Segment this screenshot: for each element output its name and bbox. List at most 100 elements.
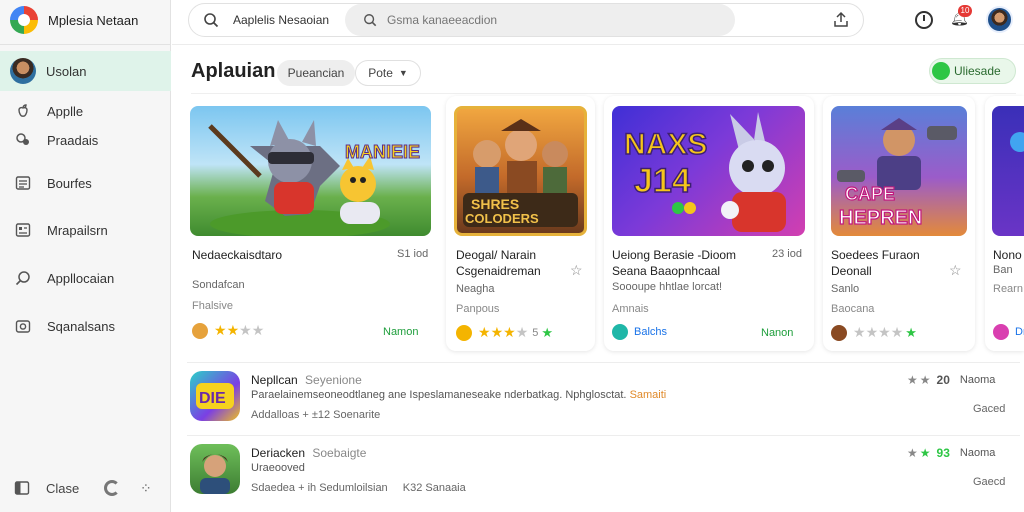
rating-score: 5: [532, 326, 539, 339]
app-card-image: MANIEIE: [190, 106, 431, 236]
header-divider: [191, 93, 1016, 94]
app-card-meta: Fhalsive: [192, 300, 233, 312]
app-card-subtitle: Sanlo: [831, 283, 860, 295]
puzzle-icon: [14, 131, 32, 149]
sidebar-item-sqanalsans[interactable]: Sqanalsans: [0, 306, 171, 346]
list-item[interactable]: Deriacken Soebaigte Uraeooved Sdaedea + …: [187, 435, 1020, 503]
update-label: Uliesade: [954, 64, 1001, 78]
search-input[interactable]: [387, 13, 687, 27]
list-item-title: Deriacken Soebaigte: [251, 446, 366, 460]
warrior-illustration: CAPE HEPREN: [837, 118, 957, 230]
grid-icon[interactable]: ⁘: [140, 480, 152, 497]
sort-dropdown[interactable]: Pote ▼: [355, 60, 421, 86]
inner-search-field[interactable]: [345, 4, 735, 36]
list-item-meta-extra: K32 Sanaaia: [402, 482, 466, 494]
star-icon: ★: [890, 324, 904, 340]
search-query[interactable]: Aaplelis Nesaoian: [233, 13, 353, 27]
app-card-size: S1 iod: [397, 248, 429, 260]
list-item-rating: ★ ★ 20 Naoma: [907, 373, 995, 387]
notifications-button[interactable]: 🔔︎ 10: [950, 5, 972, 31]
star-icon: ★: [853, 324, 866, 340]
get-button[interactable]: Gaced: [973, 403, 1005, 415]
app-card[interactable]: NAXS J14 Ueiong Berasie -Dioom 23 iod Se…: [604, 96, 814, 351]
list-item-desc-text: Paraelainemseoneodtlaneg ane Ispeslamane…: [251, 389, 563, 401]
developer-icon: [612, 324, 628, 340]
star-icon: ★: [919, 373, 931, 387]
bookmark-icon[interactable]: ☆: [949, 262, 962, 279]
app-card-title: Nedaeckaisdtaro: [192, 248, 283, 262]
rating-score: 93: [936, 446, 950, 460]
star-icon: ★: [214, 322, 227, 338]
app-card-subtitle: Soooupe hhtlae lorcat!: [612, 281, 723, 293]
sidebar-item-label: Bourfes: [47, 175, 92, 191]
camera-icon: [14, 317, 32, 335]
app-card[interactable]: CAPE HEPREN Soedees Furaon Deonall ☆ San…: [823, 96, 975, 351]
app-card-title: Nono: [993, 248, 1022, 262]
app-card-meta: Baocana: [831, 303, 875, 315]
app-logo-icon: [10, 6, 38, 34]
sidebar-item-praadais[interactable]: Praadais: [0, 120, 171, 160]
star-icon: ★: [865, 324, 879, 340]
app-card-subtitle: Neagha: [456, 283, 495, 295]
sidebar-item-appllocaian[interactable]: Appllocaian: [0, 258, 171, 298]
star-icon: ★: [907, 446, 918, 460]
sidebar-divider: [0, 44, 171, 45]
publisher: Balchs: [612, 324, 667, 340]
list-item-title: Nepllcan Seyenione: [251, 373, 362, 387]
share-icon[interactable]: [832, 11, 850, 29]
star-icon: ★: [490, 324, 504, 340]
list-item-rating: ★ ★ 93 Naoma: [907, 446, 995, 460]
star-icon: ★: [503, 324, 516, 340]
clock-icon[interactable]: [915, 11, 933, 29]
developer-icon: [993, 324, 1009, 340]
sidebar-item-label: Applle: [47, 103, 84, 119]
update-button[interactable]: Uliesade: [929, 58, 1016, 84]
get-button[interactable]: Gaecd: [973, 476, 1005, 488]
sidebar-item-label: Usolan: [46, 63, 87, 79]
bookmark-icon[interactable]: ☆: [570, 262, 583, 279]
list-item-tag[interactable]: Samaiti: [630, 389, 667, 401]
search-icon[interactable]: [203, 12, 219, 28]
app-icon: DIE: [190, 371, 240, 421]
developer-icon: [456, 324, 472, 341]
top-search-bar: Aaplelis Nesaoian: [188, 3, 864, 37]
list-item-description: Paraelainemseoneodtlaneg ane Ispeslamane…: [251, 389, 666, 401]
app-card[interactable]: MANIEIE Nedaeckaisdtaro S1 iod Sondafcan…: [187, 96, 437, 351]
sidebar-item-usolan[interactable]: Usolan: [0, 51, 171, 91]
app-card-meta: Rearn: [993, 283, 1023, 295]
account-avatar[interactable]: [986, 6, 1013, 33]
sidebar-item-label: Sqanalsans: [47, 318, 115, 334]
app-icon: [190, 444, 240, 494]
star-icon: ★: [907, 373, 918, 387]
app-card-size: 23 iod: [772, 248, 802, 260]
rabbit-illustration: NAXS J14: [623, 112, 786, 232]
star-icon: ★: [478, 324, 491, 340]
apple-icon: [14, 102, 32, 120]
list-item-meta-text: Sdaedea + ih Sedumloilsian: [251, 482, 388, 494]
publisher-label: Balchs: [634, 326, 668, 338]
rating-label: Naoma: [959, 447, 996, 459]
app-card-title-line2: Seana Baaopnhcaal: [612, 264, 721, 278]
close-sidebar-icon[interactable]: [14, 480, 30, 496]
sidebar-item-mrapailsrn[interactable]: Mrapailsrn: [0, 210, 171, 250]
sidebar-item-label: Praadais: [47, 132, 99, 148]
app-card-badge: Namon: [383, 326, 419, 338]
brand[interactable]: Mplesia Netaan: [10, 6, 138, 34]
rating: ★ ★ ★ ★ ★: [831, 324, 917, 341]
app-card[interactable]: SHRES COLODERS Deogal/ Narain Csgenaidre…: [446, 96, 595, 351]
rating: ★ ★ ★ ★ 5 ★: [456, 324, 553, 341]
partial-illustration: [1010, 132, 1024, 152]
app-card-title-line2: Csgenaidreman: [456, 264, 541, 278]
app-card-meta: Panpous: [456, 303, 500, 315]
close-label[interactable]: Clase: [46, 481, 79, 496]
sidebar-item-label: Appllocaian: [47, 270, 115, 286]
app-card-title: Deogal/ Narain: [456, 248, 537, 262]
sync-icon[interactable]: [104, 480, 120, 496]
star-icon: ★: [515, 324, 529, 340]
cartoon-wolf-illustration: MANIEIE: [208, 120, 421, 236]
user-avatar: [10, 58, 36, 84]
app-card[interactable]: Nono Ban Rearn Dr: [985, 96, 1024, 351]
filter-chip-pueancian[interactable]: Pueancian: [277, 60, 355, 86]
sidebar-item-bourfes[interactable]: Bourfes: [0, 163, 171, 203]
list-item[interactable]: DIE Nepllcan Seyenione Paraelainemseoneo…: [187, 362, 1020, 430]
